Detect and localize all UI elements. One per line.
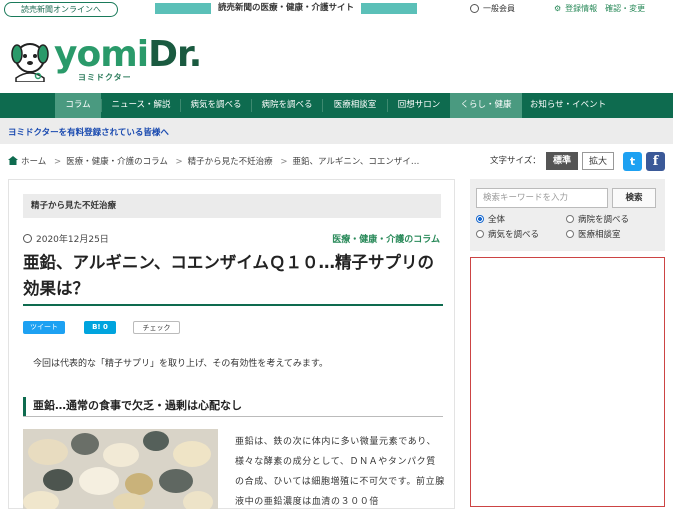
logo-wordmark: yomiDr. [54, 34, 202, 75]
site-logo[interactable]: yomiDr. ヨミドクター [8, 34, 202, 84]
nav-item-consultation[interactable]: 医療相談室 [323, 93, 387, 118]
nav-item-disease[interactable]: 病気を調べる [181, 93, 251, 118]
article-date-text: 2020年12月25日 [36, 235, 109, 245]
font-size-standard-button[interactable]: 標準 [546, 152, 578, 170]
member-label: 一般会員 [483, 4, 515, 13]
home-icon [8, 156, 18, 165]
radio-hospital[interactable]: 病院を調べる [566, 213, 629, 225]
member-notice-bar: ヨミドクターを有料登録されている皆様へ [0, 118, 673, 144]
ad-banner[interactable] [470, 257, 665, 507]
top-bar: 読売新聞オンラインへ 読売新聞の医療・健康・介護サイト 一般会員 ⚙ 登録情報 確… [0, 0, 673, 18]
sidebar-search: 検索キーワードを入力 検索 全体 病院を調べる 病気を調べる 医療相談室 [470, 179, 665, 251]
radio-label: 医療相談室 [578, 230, 621, 240]
section-heading: 亜鉛…通常の食事で欠乏・過剰は心配なし [23, 397, 443, 416]
article-date: 2020年12月25日 [23, 232, 109, 245]
nav-item-column[interactable]: コラム [55, 93, 101, 118]
user-icon [470, 4, 479, 13]
radio-label: 病院を調べる [578, 215, 630, 225]
gear-icon: ⚙ [554, 4, 562, 13]
breadcrumb-current: 亜鉛、アルギニン、コエンザイ… [292, 157, 420, 167]
font-size-large-button[interactable]: 拡大 [582, 152, 614, 170]
nav-item-salon[interactable]: 回想サロン [388, 93, 450, 118]
radio-label: 全体 [488, 215, 506, 225]
supplement-photo [23, 429, 218, 509]
breadcrumb-home[interactable]: ホーム [21, 157, 46, 167]
article-title: 亜鉛、アルギニン、コエンザイムＱ１０…精子サプリの効果は？ [23, 253, 435, 298]
article-body: 亜鉛は、鉄の次に体内に多い微量元素であり、様々な酵素の成分として、ＤＮＡやタンパ… [235, 437, 445, 507]
series-title[interactable]: 精子から見た不妊治療 [23, 194, 441, 218]
logo-word-yomi: yomi [54, 34, 149, 75]
nav-item-news[interactable]: ニュース・解説 [102, 93, 180, 118]
tweet-button[interactable]: ツイート [23, 321, 65, 334]
breadcrumb-separator: > [175, 157, 183, 167]
article-lead: 今回は代表的な「精子サプリ」を取り上げ、その有効性を考えてみます。 [33, 359, 329, 369]
yomiuri-online-button[interactable]: 読売新聞オンラインへ [4, 2, 118, 17]
twitter-icon[interactable]: t [623, 152, 642, 171]
radio-icon [566, 215, 574, 223]
logo-word-dr: Dr. [148, 34, 202, 75]
yomiuri-site-banner[interactable]: 読売新聞の医療・健康・介護サイト [155, 2, 417, 15]
breadcrumb-item[interactable]: 精子から見た不妊治療 [188, 157, 273, 167]
account-label: 登録情報 確認・変更 [565, 4, 646, 13]
mixi-check-button[interactable]: チェック [133, 321, 180, 334]
doctor-dog-icon [11, 43, 49, 82]
radio-icon [476, 230, 484, 238]
member-link[interactable]: 一般会員 [470, 3, 515, 14]
nav-item-hospital[interactable]: 病院を調べる [252, 93, 322, 118]
radio-label: 病気を調べる [488, 230, 540, 240]
breadcrumb-separator: > [53, 157, 62, 167]
radio-disease[interactable]: 病気を調べる [476, 228, 539, 240]
breadcrumb-separator: > [280, 157, 288, 167]
account-settings-link[interactable]: ⚙ 登録情報 確認・変更 [554, 3, 645, 14]
nav-item-life-health[interactable]: くらし・健康 [450, 93, 522, 118]
font-size-label: 文字サイズ： [490, 156, 541, 166]
main-nav: コラム ニュース・解説 病気を調べる 病院を調べる 医療相談室 回想サロン くら… [0, 93, 673, 118]
breadcrumb-item[interactable]: 医療・健康・介護のコラム [66, 157, 168, 167]
article: 精子から見た不妊治療 2020年12月25日 医療・健康・介護のコラム 亜鉛、ア… [8, 179, 455, 509]
radio-all[interactable]: 全体 [476, 213, 505, 225]
search-button[interactable]: 検索 [612, 188, 656, 208]
search-input[interactable]: 検索キーワードを入力 [476, 188, 608, 208]
clock-icon [23, 234, 32, 243]
breadcrumb: ホーム > 医療・健康・介護のコラム > 精子から見た不妊治療 > 亜鉛、アルギニン、… [8, 155, 419, 167]
hatena-bookmark-button[interactable]: B! 0 [84, 321, 116, 334]
article-category[interactable]: 医療・健康・介護のコラム [332, 232, 440, 245]
paid-member-link[interactable]: ヨミドクターを有料登録されている皆様へ [8, 126, 169, 138]
radio-selected-icon [476, 215, 484, 223]
yomiuri-banner-label: 読売新聞の医療・健康・介護サイト [211, 2, 361, 15]
title-divider [23, 304, 443, 306]
facebook-icon[interactable]: f [646, 152, 665, 171]
nav-item-events[interactable]: お知らせ・イベント [522, 93, 614, 118]
section-heading-divider [23, 416, 443, 417]
logo-kana: ヨミドクター [78, 73, 132, 82]
radio-icon [566, 230, 574, 238]
radio-consultation[interactable]: 医療相談室 [566, 228, 621, 240]
